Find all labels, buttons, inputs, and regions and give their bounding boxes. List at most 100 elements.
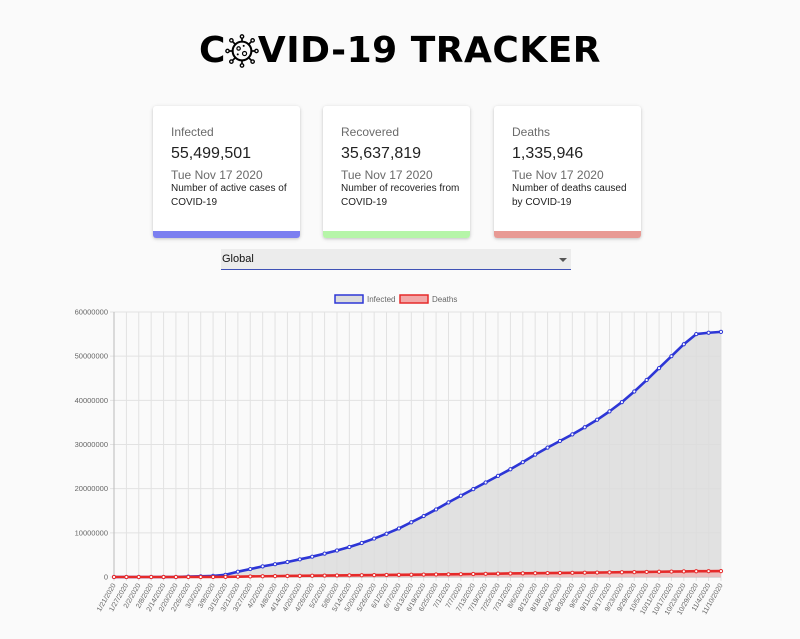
- country-select-value: Global: [222, 253, 254, 265]
- deaths-point: [161, 574, 166, 580]
- deaths-point: [458, 572, 463, 577]
- infected-point: [644, 377, 649, 383]
- infected-point: [656, 365, 662, 371]
- infected-point: [706, 330, 711, 335]
- deaths-point: [260, 574, 265, 579]
- deaths-point: [483, 571, 488, 576]
- deaths-point: [235, 574, 240, 579]
- deaths-point: [570, 570, 575, 575]
- card-description: Number of recoveries from COVID-19: [341, 183, 460, 208]
- deaths-point: [297, 573, 302, 578]
- infected-point: [495, 473, 501, 478]
- title-text-end: VID-19 TRACKER: [257, 30, 602, 71]
- deaths-card: Deaths 1,335,946 Tue Nov 17 2020 Number …: [494, 106, 641, 238]
- deaths-point: [706, 569, 711, 574]
- deaths-point: [372, 573, 377, 578]
- y-tick-label: 0: [104, 573, 108, 582]
- infected-point: [458, 493, 463, 498]
- deaths-point: [198, 574, 203, 580]
- deaths-point: [310, 573, 315, 578]
- y-tick-label: 30000000: [75, 440, 108, 449]
- deaths-point: [533, 571, 538, 576]
- deaths-legend-label: Deaths: [432, 295, 457, 304]
- deaths-point: [508, 571, 513, 576]
- y-tick-label: 10000000: [75, 528, 108, 537]
- card-label: Infected: [171, 125, 214, 139]
- card-color-bar: [494, 231, 641, 238]
- infected-point: [533, 452, 538, 457]
- infected-point: [681, 342, 686, 347]
- card-value: 35,637,819: [341, 145, 422, 162]
- app-title: C VID-19 TRACKER: [0, 30, 800, 71]
- infected-point: [433, 507, 439, 512]
- deaths-point: [595, 570, 600, 575]
- infected-point: [607, 409, 612, 414]
- deaths-point: [681, 569, 686, 574]
- infected-point: [384, 531, 389, 536]
- card-label: Deaths: [512, 125, 551, 139]
- infected-point: [619, 400, 624, 405]
- dropdown-arrow-icon: [559, 258, 567, 262]
- deaths-point: [632, 569, 637, 575]
- deaths-point: [495, 571, 501, 576]
- card-description: Number of deaths caused by COVID-19: [512, 183, 627, 208]
- deaths-point: [446, 572, 451, 577]
- card-label: Recovered: [341, 125, 400, 139]
- deaths-point: [644, 569, 649, 575]
- card-date: Tue Nov 17 2020: [171, 168, 263, 182]
- coronavirus-icon: [225, 33, 259, 68]
- country-select[interactable]: Global: [221, 249, 571, 270]
- infected-point: [557, 438, 563, 444]
- deaths-point: [471, 571, 476, 577]
- infected-point: [409, 520, 414, 525]
- y-tick-label: 50000000: [75, 352, 108, 361]
- infected-point: [347, 544, 352, 550]
- deaths-point: [136, 574, 141, 580]
- infected-point: [632, 389, 637, 394]
- deaths-point: [223, 574, 228, 579]
- cases-chart: Infected Deaths 0 10000000 20000000 30000000…: [75, 294, 725, 616]
- infected-point: [471, 487, 476, 492]
- deaths-point: [421, 572, 426, 577]
- deaths-point: [619, 570, 624, 575]
- infected-point: [570, 432, 575, 437]
- deaths-point: [694, 569, 699, 574]
- deaths-point: [409, 572, 414, 577]
- infected-point: [248, 566, 253, 572]
- deaths-point: [334, 573, 340, 578]
- infected-point: [718, 329, 724, 334]
- deaths-point: [433, 572, 439, 577]
- infected-area: [114, 331, 721, 577]
- chart-series: [111, 329, 724, 580]
- y-axis: 0 10000000 20000000 30000000 40000000 5000000…: [75, 308, 115, 582]
- y-tick-label: 60000000: [75, 308, 108, 317]
- infected-legend-label: Infected: [367, 295, 395, 304]
- deaths-point: [396, 572, 402, 577]
- infected-point: [446, 500, 451, 505]
- infected-point: [272, 562, 278, 567]
- card-date: Tue Nov 17 2020: [341, 168, 433, 182]
- infected-card: Infected 55,499,501 Tue Nov 17 2020 Numb…: [153, 106, 300, 238]
- deaths-point: [124, 574, 129, 580]
- deaths-point: [173, 574, 179, 580]
- deaths-legend-swatch: [399, 294, 429, 304]
- infected-point: [483, 480, 488, 485]
- infected-point: [694, 331, 699, 337]
- infected-point: [334, 548, 340, 553]
- infected-point: [260, 564, 265, 569]
- infected-point: [372, 536, 377, 541]
- deaths-point: [669, 569, 674, 574]
- infected-point: [582, 425, 587, 430]
- infected-point: [545, 445, 550, 450]
- deaths-point: [359, 573, 364, 578]
- deaths-point: [186, 574, 191, 580]
- infected-point: [310, 554, 315, 559]
- deaths-point: [607, 570, 612, 575]
- infected-point: [322, 551, 327, 556]
- deaths-point: [582, 570, 587, 575]
- infected-point: [421, 513, 426, 519]
- deaths-point: [322, 573, 327, 578]
- deaths-point: [149, 574, 154, 580]
- card-value: 1,335,946: [512, 145, 584, 162]
- card-description: Number of active cases of COVID-19: [171, 183, 287, 208]
